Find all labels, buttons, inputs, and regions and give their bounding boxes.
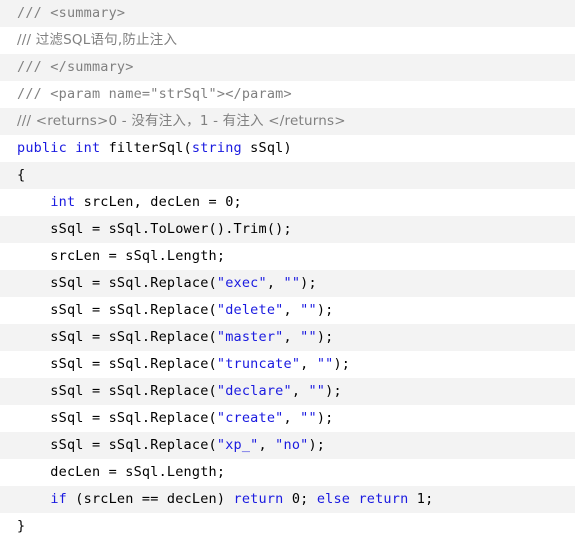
code-token-plain: srcLen, decLen = 0;: [75, 194, 242, 210]
code-token-plain: sSql = sSql.Replace(: [17, 302, 217, 318]
code-line[interactable]: srcLen = sSql.Length;: [0, 243, 575, 270]
code-token-plain: srcLen = sSql.Length;: [17, 248, 226, 264]
code-line[interactable]: /// </summary>: [0, 54, 575, 81]
code-token-string: "no": [275, 437, 309, 453]
code-line[interactable]: public int filterSql(string sSql): [0, 135, 575, 162]
code-token-plain: ,: [283, 329, 301, 345]
code-token-plain: );: [316, 302, 334, 318]
code-token-string: "master": [216, 329, 284, 345]
code-line[interactable]: /// <returns>0 - 没有注入，1 - 有注入 </returns>: [0, 108, 575, 135]
code-token-string: "": [300, 329, 317, 345]
code-token-string: "truncate": [216, 356, 301, 372]
code-token-plain: sSql = sSql.Replace(: [17, 356, 217, 372]
code-line[interactable]: sSql = sSql.Replace("exec", "");: [0, 270, 575, 297]
code-token-plain: ,: [266, 275, 284, 291]
code-line[interactable]: /// <summary>: [0, 0, 575, 27]
code-token-string: "exec": [216, 275, 267, 291]
code-token-plain: }: [17, 518, 26, 534]
code-token-string: "xp_": [216, 437, 259, 453]
code-token-comment: /// <summary>: [17, 5, 126, 21]
code-line[interactable]: sSql = sSql.Replace("declare", "");: [0, 378, 575, 405]
code-line[interactable]: sSql = sSql.Replace("xp_", "no");: [0, 432, 575, 459]
code-token-string: "declare": [216, 383, 292, 399]
code-token-string: "": [316, 356, 334, 372]
code-line[interactable]: int srcLen, decLen = 0;: [0, 189, 575, 216]
code-line[interactable]: sSql = sSql.ToLower().Trim();: [0, 216, 575, 243]
code-token-string: "create": [216, 410, 284, 426]
code-line[interactable]: decLen = sSql.Length;: [0, 459, 575, 486]
code-token-comment: /// <param name="strSql"></param>: [17, 86, 292, 102]
code-token-comment: /// <returns>0 - 没有注入，1 - 有注入 </returns>: [17, 113, 346, 129]
code-line[interactable]: /// <param name="strSql"></param>: [0, 81, 575, 108]
code-line[interactable]: sSql = sSql.Replace("master", "");: [0, 324, 575, 351]
code-token-plain: filterSql(: [100, 140, 192, 156]
code-token-plain: sSql): [241, 140, 292, 156]
code-token-plain: );: [333, 356, 351, 372]
code-token-string: "": [283, 275, 301, 291]
code-token-plain: ,: [300, 356, 317, 372]
code-line[interactable]: }: [0, 513, 575, 540]
code-token-comment: /// </summary>: [17, 59, 134, 75]
code-token-plain: (srcLen == decLen): [66, 491, 234, 507]
code-token-plain: );: [300, 275, 317, 291]
code-token-plain: sSql = sSql.Replace(: [17, 410, 217, 426]
code-token-plain: ,: [258, 437, 276, 453]
code-token-plain: decLen = sSql.Length;: [17, 464, 226, 480]
code-token-comment: /// 过滤SQL语句,防止注入: [17, 32, 178, 48]
code-token-plain: sSql = sSql.Replace(: [17, 437, 217, 453]
code-line[interactable]: sSql = sSql.Replace("truncate", "");: [0, 351, 575, 378]
code-token-plain: sSql = sSql.Replace(: [17, 383, 217, 399]
code-token-plain: );: [316, 410, 334, 426]
code-block[interactable]: /// <summary> /// 过滤SQL语句,防止注入 /// </summa…: [0, 0, 575, 551]
code-token-plain: sSql = sSql.Replace(: [17, 275, 217, 291]
code-token-keyword: public: [17, 140, 67, 156]
code-token-keyword: if: [50, 491, 67, 507]
code-token-keyword: int: [75, 140, 101, 156]
code-token-plain: {: [17, 167, 26, 183]
code-token-string: "": [300, 302, 317, 318]
code-token-plain: );: [308, 437, 326, 453]
code-line[interactable]: {: [0, 162, 575, 189]
code-line[interactable]: if (srcLen == decLen) return 0; else ret…: [0, 486, 575, 513]
code-token-plain: ,: [283, 302, 301, 318]
code-token-string: "": [308, 383, 326, 399]
code-line[interactable]: /// 过滤SQL语句,防止注入: [0, 27, 575, 54]
code-line[interactable]: sSql = sSql.Replace("create", "");: [0, 405, 575, 432]
code-token-keyword: else: [316, 491, 351, 507]
code-token-string: "delete": [216, 302, 284, 318]
code-token-keyword: return: [358, 491, 409, 507]
code-token-plain: 0;: [283, 491, 317, 507]
code-token-plain: );: [316, 329, 334, 345]
code-token-plain: sSql = sSql.ToLower().Trim();: [17, 221, 292, 237]
code-token-plain: ,: [291, 383, 309, 399]
code-token-plain: );: [325, 383, 342, 399]
code-token-keyword: return: [233, 491, 284, 507]
code-token-keyword: int: [50, 194, 76, 210]
code-token-plain: sSql = sSql.Replace(: [17, 329, 217, 345]
code-token-keyword: string: [191, 140, 242, 156]
code-token-plain: ,: [283, 410, 301, 426]
code-token-plain: 1;: [408, 491, 434, 507]
code-token-string: "": [300, 410, 317, 426]
code-line[interactable]: sSql = sSql.Replace("delete", "");: [0, 297, 575, 324]
